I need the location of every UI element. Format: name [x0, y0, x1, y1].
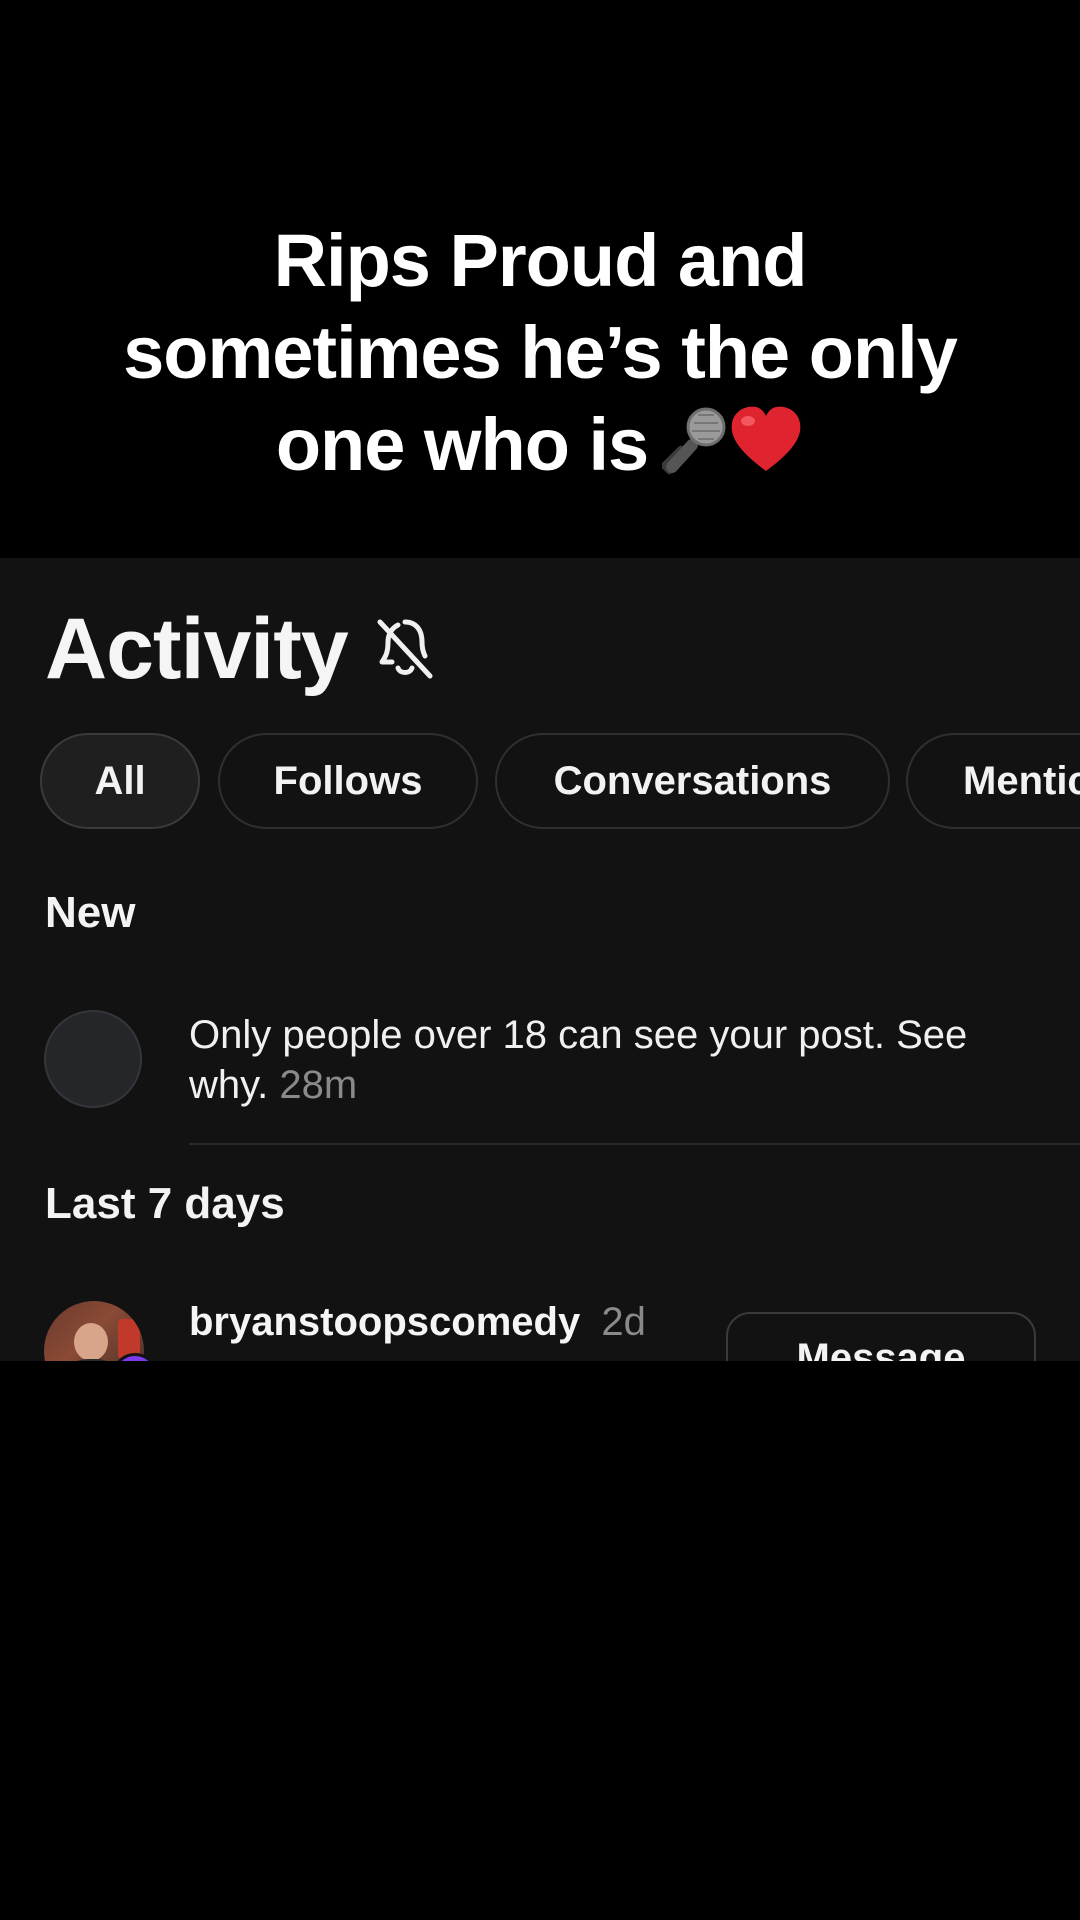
red-heart-icon: [728, 404, 804, 496]
notification-time: 2d: [601, 1300, 646, 1344]
caption-line-2: sometimes he’s the only: [123, 311, 958, 394]
notice-avatar: [44, 1010, 142, 1108]
avatar-body: [58, 1359, 126, 1361]
filter-chip-follows[interactable]: Follows: [218, 733, 478, 829]
avatar-face: [74, 1323, 108, 1361]
video-caption: Rips Proud and sometimes he’s the only o…: [0, 215, 1080, 496]
avatar[interactable]: [44, 1301, 144, 1361]
notification-time: 28m: [279, 1063, 358, 1107]
filter-chip-conversations[interactable]: Conversations: [495, 733, 890, 829]
divider: [189, 1143, 1080, 1145]
message-button[interactable]: Message: [726, 1312, 1036, 1361]
filter-chip-all[interactable]: All: [40, 733, 200, 829]
caption-line-3: one who is: [0, 399, 1080, 496]
activity-header: Activity: [45, 600, 436, 699]
activity-panel: Activity All Follows Conversations Menti…: [0, 558, 1080, 1361]
section-header-last-7-days: Last 7 days: [45, 1179, 285, 1228]
caption-line-1: Rips Proud and: [273, 219, 808, 302]
filter-chip-mentions[interactable]: Mentic: [906, 733, 1080, 829]
follow-notification: bryanstoopscomedy 2d: [189, 1300, 646, 1345]
caption-line-3-text: one who is: [275, 403, 649, 486]
bell-off-icon[interactable]: [374, 616, 436, 687]
section-header-new: New: [45, 888, 136, 937]
page-title: Activity: [45, 601, 349, 697]
microphone-icon: [660, 404, 728, 496]
age-restriction-notification[interactable]: Only people over 18 can see your post. S…: [189, 1010, 1029, 1110]
username-link[interactable]: bryanstoopscomedy: [189, 1300, 580, 1344]
